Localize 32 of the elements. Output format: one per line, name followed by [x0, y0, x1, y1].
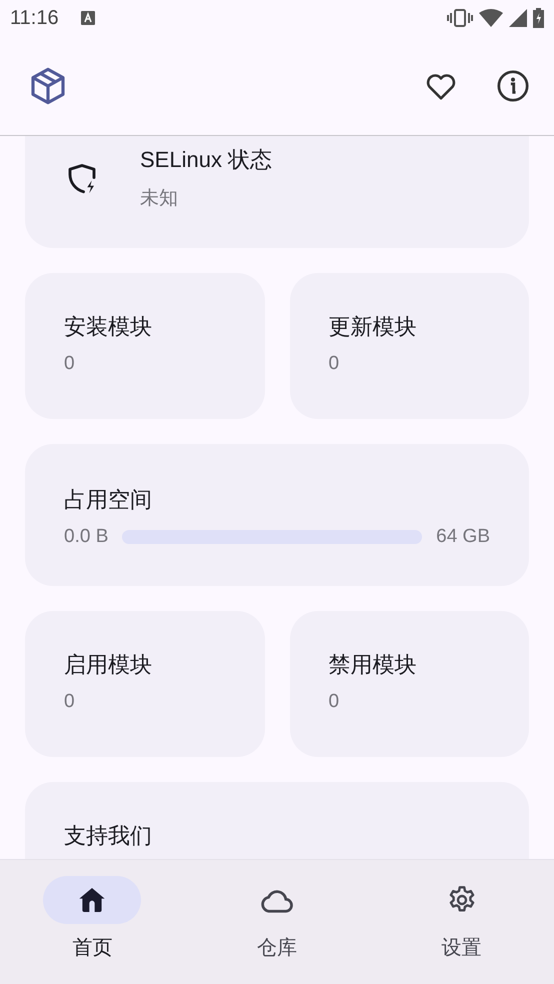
selinux-title: SELinux 状态 — [140, 146, 272, 174]
keyboard-notification-icon — [80, 11, 95, 25]
support-card[interactable]: 支持我们 — [25, 782, 529, 859]
status-time: 11:16 — [10, 6, 59, 30]
module-count: 0 — [64, 352, 76, 376]
module-card[interactable]: 安装模块 0 — [25, 273, 264, 419]
storage-used: 0.0 B — [64, 525, 108, 549]
storage-title: 占用空间 — [64, 486, 153, 514]
module-card[interactable]: 更新模块 0 — [290, 273, 529, 419]
nav-label: 首页 — [72, 936, 112, 961]
vibrate-icon — [447, 8, 473, 28]
module-count: 0 — [328, 690, 340, 714]
selinux-status: 未知 — [140, 187, 179, 211]
support-title: 支持我们 — [64, 822, 153, 850]
card-title: 启用模块 — [64, 651, 153, 679]
info-icon[interactable] — [496, 68, 530, 102]
nav-label: 设置 — [442, 936, 482, 961]
card-title: 更新模块 — [328, 313, 418, 341]
wifi-icon — [479, 9, 503, 27]
nav-item[interactable]: 仓库 — [184, 860, 370, 984]
signal-icon — [509, 9, 527, 27]
nav-label: 仓库 — [256, 936, 297, 961]
card-title: 安装模块 — [64, 313, 153, 341]
card-title: 禁用模块 — [328, 651, 418, 679]
module-card[interactable]: 启用模块 0 — [25, 611, 264, 757]
module-count: 0 — [64, 690, 76, 714]
storage-total: 64 GB — [436, 525, 490, 549]
nav-item[interactable]: 首页 — [0, 860, 185, 984]
module-count: 0 — [328, 352, 340, 376]
battery-icon — [533, 8, 544, 28]
nav-item[interactable]: 设置 — [369, 860, 554, 984]
module-card[interactable]: 禁用模块 0 — [290, 611, 529, 757]
